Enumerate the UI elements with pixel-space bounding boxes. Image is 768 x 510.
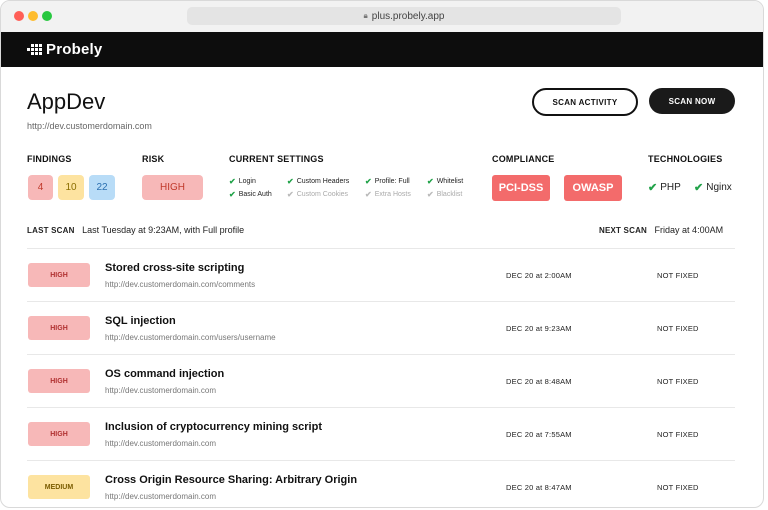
setting-login: ✔ Login bbox=[229, 177, 256, 186]
vulnerability-date: DEC 20 at 2:00AM bbox=[506, 271, 572, 280]
vulnerability-title[interactable]: Inclusion of cryptocurrency mining scrip… bbox=[105, 421, 322, 433]
next-scan: NEXT SCAN Friday at 4:00AM bbox=[599, 225, 723, 235]
compliance-pci-dss-badge[interactable]: PCI-DSS bbox=[492, 175, 550, 201]
address-bar[interactable]: 🔒︎ plus.probely.app bbox=[187, 7, 621, 25]
check-icon: ✔ bbox=[229, 177, 236, 186]
browser-window: 🔒︎ plus.probely.app Probely AppDev http:… bbox=[0, 0, 764, 508]
last-scan-label: LAST SCAN bbox=[27, 226, 75, 235]
vulnerability-status: NOT FIXED bbox=[657, 430, 699, 439]
vulnerability-date: DEC 20 at 8:47AM bbox=[506, 483, 572, 492]
vulnerability-url: http://dev.customerdomain.com bbox=[105, 386, 217, 395]
risk-label: RISK bbox=[142, 154, 165, 164]
findings-label: FINDINGS bbox=[27, 154, 72, 164]
severity-badge: HIGH bbox=[28, 369, 90, 393]
maximize-window-button[interactable] bbox=[42, 11, 52, 21]
check-icon: ✔ bbox=[648, 182, 658, 194]
setting-blacklist: ✔ Blacklist bbox=[427, 190, 463, 199]
divider bbox=[27, 301, 735, 302]
minimize-window-button[interactable] bbox=[28, 11, 38, 21]
next-scan-value: Friday at 4:00AM bbox=[654, 225, 724, 235]
address-bar-url: plus.probely.app bbox=[371, 10, 445, 22]
setting-extra-hosts: ✔ Extra Hosts bbox=[365, 190, 411, 199]
vulnerability-date: DEC 20 at 7:55AM bbox=[506, 430, 572, 439]
brand-name: Probely bbox=[46, 41, 103, 58]
probely-logo[interactable]: Probely bbox=[27, 41, 102, 58]
vulnerability-title[interactable]: OS command injection bbox=[105, 368, 224, 380]
vulnerability-status: NOT FIXED bbox=[657, 324, 699, 333]
vulnerability-title[interactable]: SQL injection bbox=[105, 315, 176, 327]
divider bbox=[27, 248, 735, 249]
target-url: http://dev.customerdomain.com bbox=[27, 121, 152, 131]
vulnerability-url: http://dev.customerdomain.com/users/user… bbox=[105, 333, 276, 342]
check-icon: ✔ bbox=[694, 182, 704, 194]
check-icon: ✔ bbox=[365, 190, 372, 199]
last-scan-value: Last Tuesday at 9:23AM, with Full profil… bbox=[82, 225, 245, 235]
vulnerability-url: http://dev.customerdomain.com/comments bbox=[105, 280, 256, 289]
tech-nginx: ✔ Nginx bbox=[694, 182, 732, 194]
vulnerability-title[interactable]: Stored cross-site scripting bbox=[105, 262, 244, 274]
check-icon: ✔ bbox=[287, 177, 294, 186]
findings-low-count[interactable]: 22 bbox=[89, 175, 115, 200]
browser-chrome: 🔒︎ plus.probely.app bbox=[1, 1, 763, 32]
check-icon: ✔ bbox=[287, 190, 294, 199]
lock-icon: 🔒︎ bbox=[363, 11, 368, 20]
app-header: Probely bbox=[1, 32, 763, 67]
vulnerability-status: NOT FIXED bbox=[657, 377, 699, 386]
setting-custom-cookies: ✔ Custom Cookies bbox=[287, 190, 349, 199]
risk-badge: HIGH bbox=[142, 175, 203, 200]
findings-high-count[interactable]: 4 bbox=[28, 175, 53, 200]
check-icon: ✔ bbox=[229, 190, 236, 199]
vulnerability-url: http://dev.customerdomain.com bbox=[105, 439, 217, 448]
vulnerability-date: DEC 20 at 9:23AM bbox=[506, 324, 572, 333]
setting-profile: ✔ Profile: Full bbox=[365, 177, 410, 186]
check-icon: ✔ bbox=[365, 177, 372, 186]
logo-grid-icon bbox=[27, 44, 42, 55]
close-window-button[interactable] bbox=[14, 11, 24, 21]
severity-badge: MEDIUM bbox=[28, 475, 90, 499]
vulnerability-title[interactable]: Cross Origin Resource Sharing: Arbitrary… bbox=[105, 474, 357, 486]
findings-medium-count[interactable]: 10 bbox=[58, 175, 84, 200]
divider bbox=[27, 407, 735, 408]
page-title: AppDev bbox=[27, 89, 106, 114]
compliance-label: COMPLIANCE bbox=[492, 154, 555, 164]
last-scan: LAST SCAN Last Tuesday at 9:23AM, with F… bbox=[27, 225, 244, 235]
severity-badge: HIGH bbox=[28, 422, 90, 446]
setting-custom-headers: ✔ Custom Headers bbox=[287, 177, 350, 186]
vulnerability-status: NOT FIXED bbox=[657, 271, 699, 280]
next-scan-label: NEXT SCAN bbox=[599, 226, 648, 235]
severity-badge: HIGH bbox=[28, 316, 90, 340]
vulnerability-status: NOT FIXED bbox=[657, 483, 699, 492]
divider bbox=[27, 354, 735, 355]
tech-php: ✔ PHP bbox=[648, 182, 681, 194]
technologies-label: TECHNOLOGIES bbox=[648, 154, 723, 164]
check-icon: ✔ bbox=[427, 177, 434, 186]
vulnerability-date: DEC 20 at 8:48AM bbox=[506, 377, 572, 386]
current-settings-label: CURRENT SETTINGS bbox=[229, 154, 324, 164]
divider bbox=[27, 460, 735, 461]
severity-badge: HIGH bbox=[28, 263, 90, 287]
setting-whitelist: ✔ Whitelist bbox=[427, 177, 464, 186]
scan-activity-button[interactable]: SCAN ACTIVITY bbox=[532, 88, 638, 116]
scan-now-button[interactable]: SCAN NOW bbox=[649, 88, 735, 114]
compliance-owasp-badge[interactable]: OWASP bbox=[564, 175, 622, 201]
vulnerability-url: http://dev.customerdomain.com bbox=[105, 492, 217, 501]
setting-basic-auth: ✔ Basic Auth bbox=[229, 190, 272, 199]
check-icon: ✔ bbox=[427, 190, 434, 199]
